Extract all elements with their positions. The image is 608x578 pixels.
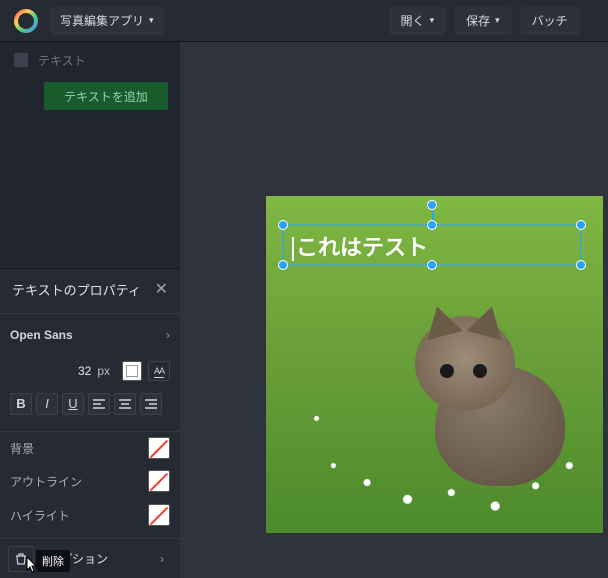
bottom-actions: オプション › <box>0 538 180 578</box>
tool-header: テキスト <box>0 42 180 78</box>
resize-handle-tl[interactable] <box>278 220 288 230</box>
align-left-button[interactable] <box>88 393 110 415</box>
font-size-unit: px <box>97 364 110 378</box>
delete-button[interactable] <box>8 546 34 572</box>
image-subject <box>415 306 585 496</box>
image-canvas[interactable]: これはテスト <box>266 196 603 533</box>
outline-label: アウトライン <box>10 473 82 490</box>
resize-handle-bm[interactable] <box>427 260 437 270</box>
resize-handle-br[interactable] <box>576 260 586 270</box>
rotate-handle[interactable] <box>427 200 437 210</box>
align-right-button[interactable] <box>140 393 162 415</box>
open-label: 開く <box>401 12 425 29</box>
font-family-row[interactable]: Open Sans › <box>0 313 180 351</box>
left-sidebar: テキスト テキストを追加 テキストのプロパティ ✕ Open Sans › px… <box>0 42 180 578</box>
chevron-right-icon: › <box>160 552 164 566</box>
resize-handle-bl[interactable] <box>278 260 288 270</box>
canvas-text-layer[interactable]: これはテスト <box>292 230 428 262</box>
font-size-input[interactable] <box>31 364 91 378</box>
resize-handle-tr[interactable] <box>576 220 586 230</box>
tool-label: テキスト <box>38 52 86 69</box>
highlight-label: ハイライト <box>10 507 70 524</box>
properties-header: テキストのプロパティ ✕ <box>0 269 180 309</box>
main: テキスト テキストを追加 テキストのプロパティ ✕ Open Sans › px… <box>0 42 608 578</box>
text-color-swatch[interactable] <box>122 361 142 381</box>
open-button[interactable]: 開く ▾ <box>389 7 447 35</box>
top-actions: 開く ▾ 保存 ▾ バッチ <box>389 7 580 35</box>
save-label: 保存 <box>466 12 490 29</box>
options-button[interactable]: オプション › <box>40 550 172 567</box>
align-center-button[interactable] <box>114 393 136 415</box>
trash-icon <box>14 552 28 566</box>
resize-handle-tm[interactable] <box>427 220 437 230</box>
app-logo-icon <box>14 9 38 33</box>
top-bar: 写真編集アプリ ▾ 開く ▾ 保存 ▾ バッチ <box>0 0 608 42</box>
text-properties-panel: テキストのプロパティ ✕ Open Sans › px AA B I U <box>0 268 180 578</box>
chevron-down-icon: ▾ <box>149 15 154 26</box>
font-size-row: px AA <box>0 355 180 387</box>
add-text-button[interactable]: テキストを追加 <box>44 82 168 110</box>
chevron-down-icon: ▾ <box>495 15 500 26</box>
outline-color-swatch[interactable] <box>148 470 170 492</box>
app-menu-label: 写真編集アプリ <box>60 12 144 29</box>
save-button[interactable]: 保存 ▾ <box>454 7 512 35</box>
italic-button[interactable]: I <box>36 393 58 415</box>
chevron-down-icon: ▾ <box>430 15 435 26</box>
background-color-swatch[interactable] <box>148 437 170 459</box>
batch-label: バッチ <box>532 12 568 29</box>
highlight-color-swatch[interactable] <box>148 504 170 526</box>
app-menu[interactable]: 写真編集アプリ ▾ <box>50 7 164 35</box>
properties-title: テキストのプロパティ <box>12 280 141 299</box>
text-tool-icon <box>14 53 28 67</box>
text-selection-box[interactable]: これはテスト <box>282 224 582 266</box>
close-icon[interactable]: ✕ <box>155 279 168 299</box>
uppercase-toggle[interactable]: AA <box>148 361 170 381</box>
add-text-label: テキストを追加 <box>64 88 148 105</box>
options-label: オプション <box>48 550 108 567</box>
text-style-row: B I U <box>0 387 180 421</box>
background-label: 背景 <box>10 440 34 457</box>
highlight-row: ハイライト <box>0 498 180 532</box>
outline-row: アウトライン <box>0 465 180 499</box>
underline-button[interactable]: U <box>62 393 84 415</box>
batch-button[interactable]: バッチ <box>520 7 580 35</box>
canvas-area[interactable]: これはテスト <box>180 42 608 578</box>
bold-button[interactable]: B <box>10 393 32 415</box>
font-family-value: Open Sans <box>10 328 73 342</box>
background-row: 背景 <box>0 431 180 465</box>
chevron-right-icon: › <box>166 328 170 342</box>
